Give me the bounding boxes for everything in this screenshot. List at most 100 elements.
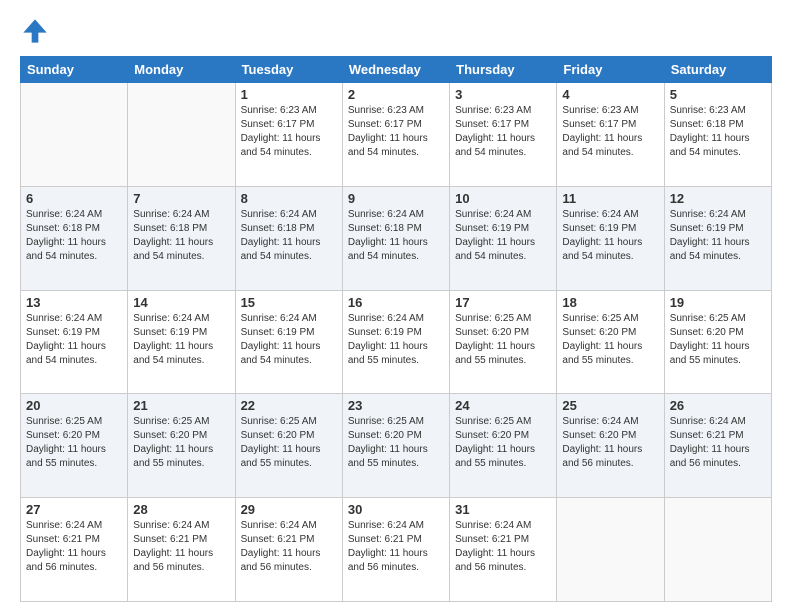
calendar-cell: 20 Sunrise: 6:25 AMSunset: 6:20 PMDayligh…	[21, 394, 128, 498]
day-info: Sunrise: 6:25 AMSunset: 6:20 PMDaylight:…	[26, 415, 122, 471]
day-number: 8	[241, 191, 337, 206]
day-info: Sunrise: 6:24 AMSunset: 6:18 PMDaylight:…	[26, 208, 122, 264]
day-number: 31	[455, 502, 551, 517]
day-info: Sunrise: 6:24 AMSunset: 6:19 PMDaylight:…	[670, 208, 766, 264]
calendar-cell: 6Sunrise: 6:24 AMSunset: 6:18 PMDaylight…	[21, 186, 128, 290]
day-number: 21	[133, 398, 229, 413]
calendar-header-saturday: Saturday	[664, 57, 771, 83]
calendar-cell: 2Sunrise: 6:23 AMSunset: 6:17 PMDaylight…	[342, 83, 449, 187]
day-number: 1	[241, 87, 337, 102]
day-info: Sunrise: 6:23 AMSunset: 6:17 PMDaylight:…	[562, 104, 658, 160]
calendar-header-friday: Friday	[557, 57, 664, 83]
calendar-cell: 27 Sunrise: 6:24 AMSunset: 6:21 PMDayligh…	[21, 498, 128, 602]
calendar-cell: 5Sunrise: 6:23 AMSunset: 6:18 PMDaylight…	[664, 83, 771, 187]
calendar-table: SundayMondayTuesdayWednesdayThursdayFrid…	[20, 56, 772, 602]
day-info: Sunrise: 6:25 AMSunset: 6:20 PMDaylight:…	[133, 415, 229, 471]
day-number: 24	[455, 398, 551, 413]
day-number: 12	[670, 191, 766, 206]
day-number: 23	[348, 398, 444, 413]
day-info: Sunrise: 6:24 AMSunset: 6:21 PMDaylight:…	[26, 519, 122, 575]
calendar-week-5: 27 Sunrise: 6:24 AMSunset: 6:21 PMDayligh…	[21, 498, 772, 602]
calendar-cell: 15 Sunrise: 6:24 AMSunset: 6:19 PMDayligh…	[235, 290, 342, 394]
calendar-cell: 13Sunrise: 6:24 AMSunset: 6:19 PMDayligh…	[21, 290, 128, 394]
day-info: Sunrise: 6:23 AMSunset: 6:17 PMDaylight:…	[455, 104, 551, 160]
day-number: 22	[241, 398, 337, 413]
day-info: Sunrise: 6:23 AMSunset: 6:18 PMDaylight:…	[670, 104, 766, 160]
calendar-header-wednesday: Wednesday	[342, 57, 449, 83]
calendar-cell: 9Sunrise: 6:24 AMSunset: 6:18 PMDaylight…	[342, 186, 449, 290]
day-info: Sunrise: 6:24 AMSunset: 6:18 PMDaylight:…	[133, 208, 229, 264]
calendar-cell: 31 Sunrise: 6:24 AMSunset: 6:21 PMDayligh…	[450, 498, 557, 602]
calendar-cell: 17 Sunrise: 6:25 AMSunset: 6:20 PMDayligh…	[450, 290, 557, 394]
day-info: Sunrise: 6:24 AMSunset: 6:19 PMDaylight:…	[562, 208, 658, 264]
day-number: 20	[26, 398, 122, 413]
day-number: 30	[348, 502, 444, 517]
calendar-cell: 26Sunrise: 6:24 AMSunset: 6:21 PMDayligh…	[664, 394, 771, 498]
calendar-cell: 24 Sunrise: 6:25 AMSunset: 6:20 PMDayligh…	[450, 394, 557, 498]
calendar-cell: 11 Sunrise: 6:24 AMSunset: 6:19 PMDayligh…	[557, 186, 664, 290]
calendar-cell: 8 Sunrise: 6:24 AMSunset: 6:18 PMDaylight…	[235, 186, 342, 290]
calendar-cell: 29 Sunrise: 6:24 AMSunset: 6:21 PMDayligh…	[235, 498, 342, 602]
calendar-cell: 25 Sunrise: 6:24 AMSunset: 6:20 PMDayligh…	[557, 394, 664, 498]
day-info: Sunrise: 6:25 AMSunset: 6:20 PMDaylight:…	[348, 415, 444, 471]
day-number: 3	[455, 87, 551, 102]
calendar-cell: 12 Sunrise: 6:24 AMSunset: 6:19 PMDayligh…	[664, 186, 771, 290]
calendar-cell	[21, 83, 128, 187]
page: SundayMondayTuesdayWednesdayThursdayFrid…	[0, 0, 792, 612]
calendar-header-thursday: Thursday	[450, 57, 557, 83]
day-number: 4	[562, 87, 658, 102]
calendar-cell: 1 Sunrise: 6:23 AMSunset: 6:17 PMDaylight…	[235, 83, 342, 187]
calendar-week-2: 6Sunrise: 6:24 AMSunset: 6:18 PMDaylight…	[21, 186, 772, 290]
day-number: 2	[348, 87, 444, 102]
day-info: Sunrise: 6:25 AMSunset: 6:20 PMDaylight:…	[455, 415, 551, 471]
day-info: Sunrise: 6:24 AMSunset: 6:20 PMDaylight:…	[562, 415, 658, 471]
day-info: Sunrise: 6:23 AMSunset: 6:17 PMDaylight:…	[241, 104, 337, 160]
calendar-cell: 30 Sunrise: 6:24 AMSunset: 6:21 PMDayligh…	[342, 498, 449, 602]
day-number: 11	[562, 191, 658, 206]
calendar-cell: 21 Sunrise: 6:25 AMSunset: 6:20 PMDayligh…	[128, 394, 235, 498]
calendar-week-4: 20 Sunrise: 6:25 AMSunset: 6:20 PMDayligh…	[21, 394, 772, 498]
day-number: 17	[455, 295, 551, 310]
calendar-header-row: SundayMondayTuesdayWednesdayThursdayFrid…	[21, 57, 772, 83]
day-info: Sunrise: 6:24 AMSunset: 6:19 PMDaylight:…	[133, 312, 229, 368]
calendar-cell: 22 Sunrise: 6:25 AMSunset: 6:20 PMDayligh…	[235, 394, 342, 498]
day-number: 28	[133, 502, 229, 517]
logo	[20, 16, 54, 46]
calendar-week-3: 13 Sunrise: 6:24 AMSunset: 6:19 PMDayligh…	[21, 290, 772, 394]
day-info: Sunrise: 6:24 AMSunset: 6:21 PMDaylight:…	[241, 519, 337, 575]
calendar-cell: 18Sunrise: 6:25 AMSunset: 6:20 PMDayligh…	[557, 290, 664, 394]
day-info: Sunrise: 6:24 AMSunset: 6:19 PMDaylight:…	[348, 312, 444, 368]
day-info: Sunrise: 6:25 AMSunset: 6:20 PMDaylight:…	[241, 415, 337, 471]
logo-icon	[20, 16, 50, 46]
header	[20, 16, 772, 46]
calendar-cell: 19 Sunrise: 6:25 AMSunset: 6:20 PMDayligh…	[664, 290, 771, 394]
day-number: 15	[241, 295, 337, 310]
day-number: 25	[562, 398, 658, 413]
day-info: Sunrise: 6:24 AMSunset: 6:19 PMDaylight:…	[241, 312, 337, 368]
day-number: 10	[455, 191, 551, 206]
day-number: 16	[348, 295, 444, 310]
day-info: Sunrise: 6:25 AMSunset: 6:20 PMDaylight:…	[670, 312, 766, 368]
day-info: Sunrise: 6:24 AMSunset: 6:21 PMDaylight:…	[455, 519, 551, 575]
calendar-cell: 10 Sunrise: 6:24 AMSunset: 6:19 PMDayligh…	[450, 186, 557, 290]
day-number: 29	[241, 502, 337, 517]
day-number: 13	[26, 295, 122, 310]
day-info: Sunrise: 6:24 AMSunset: 6:21 PMDaylight:…	[348, 519, 444, 575]
day-number: 19	[670, 295, 766, 310]
day-info: Sunrise: 6:24 AMSunset: 6:18 PMDaylight:…	[241, 208, 337, 264]
day-info: Sunrise: 6:24 AMSunset: 6:19 PMDaylight:…	[455, 208, 551, 264]
day-info: Sunrise: 6:25 AMSunset: 6:20 PMDaylight:…	[562, 312, 658, 368]
calendar-cell: 4 Sunrise: 6:23 AMSunset: 6:17 PMDaylight…	[557, 83, 664, 187]
calendar-cell: 23 Sunrise: 6:25 AMSunset: 6:20 PMDayligh…	[342, 394, 449, 498]
day-info: Sunrise: 6:25 AMSunset: 6:20 PMDaylight:…	[455, 312, 551, 368]
day-info: Sunrise: 6:24 AMSunset: 6:21 PMDaylight:…	[133, 519, 229, 575]
day-number: 27	[26, 502, 122, 517]
calendar-header-sunday: Sunday	[21, 57, 128, 83]
calendar-cell: 16 Sunrise: 6:24 AMSunset: 6:19 PMDayligh…	[342, 290, 449, 394]
day-number: 14	[133, 295, 229, 310]
calendar-week-1: 1 Sunrise: 6:23 AMSunset: 6:17 PMDaylight…	[21, 83, 772, 187]
calendar-cell: 3 Sunrise: 6:23 AMSunset: 6:17 PMDaylight…	[450, 83, 557, 187]
calendar-cell	[128, 83, 235, 187]
calendar-header-tuesday: Tuesday	[235, 57, 342, 83]
calendar-cell	[664, 498, 771, 602]
